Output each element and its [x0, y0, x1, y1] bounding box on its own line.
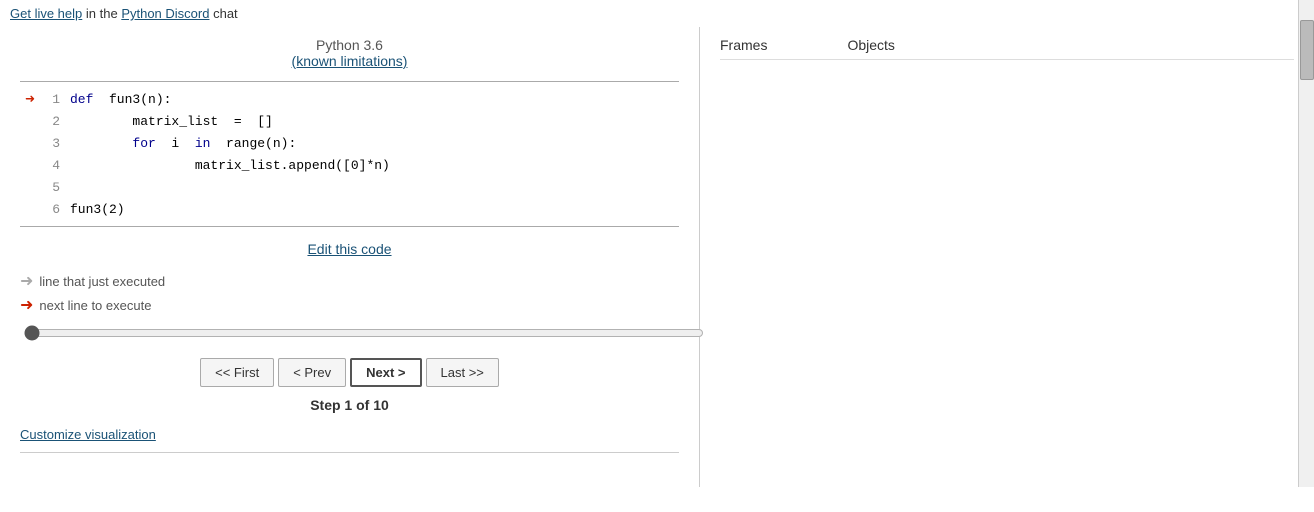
- edit-this-code-link[interactable]: Edit this code: [307, 241, 391, 257]
- line-code-6: fun3(2): [70, 202, 125, 217]
- line-num-1: 1: [40, 92, 60, 107]
- objects-label: Objects: [847, 37, 894, 53]
- top-bar-text-suffix: chat: [213, 6, 238, 21]
- line-code-3: for i in range(n):: [70, 136, 296, 151]
- customize-visualization-link[interactable]: Customize visualization: [20, 427, 156, 442]
- line-num-2: 2: [40, 114, 60, 129]
- right-panel-header: Frames Objects: [720, 37, 1294, 60]
- gray-arrow-icon: ➜: [20, 271, 33, 291]
- frames-label: Frames: [720, 37, 767, 53]
- legend-text-2: next line to execute: [39, 298, 151, 313]
- left-panel: Python 3.6 (known limitations) ➜ 1 def f…: [0, 27, 700, 487]
- scrollbar[interactable]: [1298, 0, 1314, 487]
- nav-buttons: << First < Prev Next > Last >>: [20, 358, 679, 387]
- legend-text-1: line that just executed: [39, 274, 165, 289]
- first-button[interactable]: << First: [200, 358, 274, 387]
- python-version: Python 3.6: [20, 37, 679, 53]
- code-line-1: ➜ 1 def fun3(n):: [20, 88, 679, 110]
- python-discord-link[interactable]: Python Discord: [121, 6, 209, 21]
- line-num-3: 3: [40, 136, 60, 151]
- code-line-2: 2 matrix_list = []: [20, 110, 679, 132]
- line-num-5: 5: [40, 180, 60, 195]
- next-button[interactable]: Next >: [350, 358, 421, 387]
- line-num-6: 6: [40, 202, 60, 217]
- arrow-line-1: ➜: [20, 89, 40, 109]
- legend-item-1: ➜ line that just executed: [20, 271, 679, 291]
- code-line-3: 3 for i in range(n):: [20, 132, 679, 154]
- scrollbar-thumb[interactable]: [1300, 20, 1314, 80]
- python-header: Python 3.6 (known limitations): [20, 37, 679, 69]
- slider-container: [20, 325, 679, 344]
- prev-button[interactable]: < Prev: [278, 358, 346, 387]
- red-arrow-icon: ➜: [20, 295, 33, 315]
- code-line-6: 6 fun3(2): [20, 198, 679, 220]
- right-panel: Frames Objects: [700, 27, 1314, 487]
- customize-link-container: Customize visualization: [20, 427, 679, 442]
- known-limitations-link[interactable]: (known limitations): [292, 53, 408, 69]
- line-code-1: def fun3(n):: [70, 92, 171, 107]
- last-button[interactable]: Last >>: [426, 358, 499, 387]
- live-help-link[interactable]: Get live help: [10, 6, 82, 21]
- legend: ➜ line that just executed ➜ next line to…: [20, 271, 679, 315]
- step-info: Step 1 of 10: [20, 397, 679, 413]
- code-line-5: 5: [20, 176, 679, 198]
- code-line-4: 4 matrix_list.append([0]*n): [20, 154, 679, 176]
- line-num-4: 4: [40, 158, 60, 173]
- code-block: ➜ 1 def fun3(n): 2 matrix_list = [] 3: [20, 81, 679, 227]
- line-code-4: matrix_list.append([0]*n): [70, 158, 390, 173]
- top-bar: Get live help in the Python Discord chat: [0, 0, 1314, 27]
- top-bar-text-middle: in the: [86, 6, 121, 21]
- legend-item-2: ➜ next line to execute: [20, 295, 679, 315]
- line-code-2: matrix_list = []: [70, 114, 273, 129]
- bottom-divider: [20, 452, 679, 453]
- edit-link-container: Edit this code: [20, 241, 679, 257]
- step-slider[interactable]: [24, 325, 704, 341]
